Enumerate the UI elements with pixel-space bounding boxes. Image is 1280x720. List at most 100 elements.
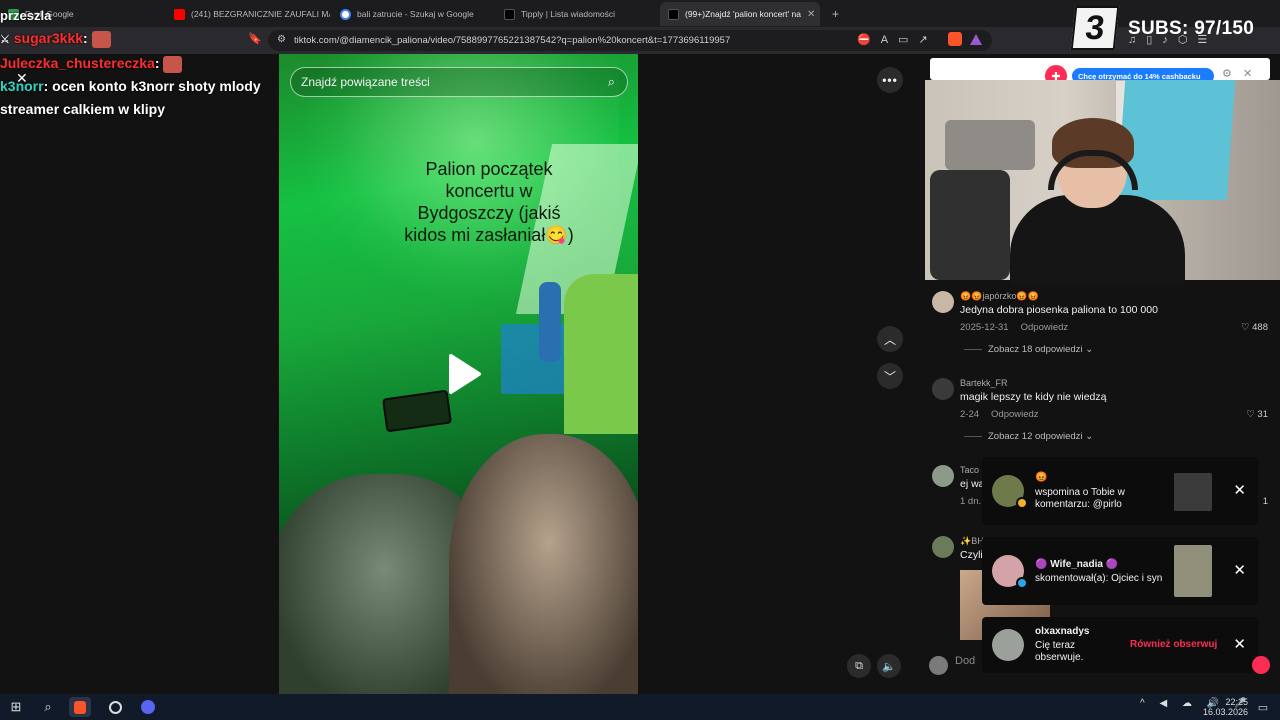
search-icon[interactable]: ⌕ — [608, 74, 615, 90]
more-options-button[interactable]: ••• — [877, 67, 903, 93]
new-tab-button[interactable]: + — [824, 2, 844, 26]
close-icon[interactable]: ✕ — [1233, 561, 1246, 579]
chat-username: Juleczka_chustereczka — [0, 55, 155, 71]
next-video-button[interactable]: ﹀ — [877, 363, 903, 389]
settings-icon[interactable]: ⚙ — [1222, 67, 1232, 80]
translate-icon[interactable]: A — [881, 34, 898, 46]
chevron-down-icon: ﹀ — [883, 369, 896, 384]
crowd — [564, 274, 638, 434]
comment-item: 😡😡japórzko😡😡 Jedyna dobra piosenka palio… — [932, 291, 1272, 361]
avatar[interactable] — [932, 291, 954, 313]
search-icon[interactable]: ⌕ — [37, 697, 59, 717]
comment-input[interactable]: Dod — [955, 655, 975, 667]
brave-rewards-icon[interactable] — [970, 34, 982, 45]
avatar[interactable] — [932, 378, 954, 400]
discord-icon[interactable] — [137, 697, 159, 717]
notification-text: obserwuje. — [1035, 652, 1084, 663]
follow-back-button[interactable]: Również obserwuj — [1130, 639, 1217, 650]
play-icon[interactable] — [441, 352, 485, 396]
notification-title: 🟣 Wife_nadia 🟣 — [1035, 559, 1119, 570]
address-bar-actions: ⛔A▭↗ — [857, 33, 938, 46]
chevron-down-icon: ⌄ — [1085, 344, 1094, 355]
notification-text: komentarzu: @pirlo — [1035, 499, 1122, 510]
comment-meta: 2025-12-31 Odpowiedz — [960, 322, 1080, 333]
obs-icon[interactable] — [104, 697, 126, 717]
comment-author[interactable]: ✨BH — [960, 536, 984, 547]
stream-chat-overlay: przeszla ⚔ sugar3kkk: Juleczka_chusterec… — [0, 4, 270, 121]
notification-text: Cię teraz — [1035, 640, 1076, 651]
notification-mention[interactable]: 😡 wspomina o Tobie w komentarzu: @pirlo … — [982, 457, 1258, 525]
chevron-down-icon: ⌄ — [1085, 431, 1094, 442]
webcam-chair — [930, 170, 1010, 280]
chevron-up-icon: ︿ — [883, 332, 896, 347]
avatar[interactable] — [932, 536, 954, 558]
reply-button[interactable]: Odpowiedz — [991, 409, 1039, 420]
volume-button[interactable]: 🔈 — [877, 654, 901, 678]
url-text: tiktok.com/@diamencik_paliona/video/7588… — [294, 35, 731, 46]
screenshot-icon[interactable]: ▭ — [898, 34, 918, 46]
chat-username: sugar3kkk — [13, 30, 84, 46]
tab-google-search[interactable]: bali zatrucie - Szukaj w Google — [332, 2, 494, 26]
view-replies-label: Zobacz 18 odpowiedzi — [988, 344, 1083, 355]
comment-item: Bartekk_FR magik lepszy te kidy nie wied… — [932, 378, 1272, 448]
notification-comment[interactable]: 🟣 Wife_nadia 🟣 skomentował(a): Ojciec i … — [982, 537, 1258, 605]
notification-title: 😡 — [1035, 472, 1048, 483]
related-search-input[interactable]: Znajdź powiązane treści ⌕ — [290, 67, 628, 97]
chat-colon: : — [83, 30, 92, 46]
video-thumbnail — [1174, 473, 1212, 511]
comment-date: 2025-12-31 — [960, 322, 1009, 333]
avatar[interactable] — [932, 465, 954, 487]
tab-label: Tipply | Lista wiadomości — [521, 9, 616, 19]
chat-message: Juleczka_chustereczka: — [0, 52, 270, 75]
subs-counter: SUBS: 97/150 — [1128, 18, 1255, 39]
close-tab-icon[interactable]: ✕ — [807, 9, 815, 20]
share-icon[interactable]: ↗ — [918, 34, 937, 46]
close-icon[interactable]: ✕ — [1233, 481, 1246, 499]
close-icon[interactable]: ✕ — [1243, 67, 1252, 80]
notification-text: wspomina o Tobie w — [1035, 487, 1125, 498]
clock-date: 16.03.2026 — [1202, 707, 1248, 717]
webcam-background — [945, 120, 1035, 170]
crowd — [449, 434, 638, 694]
like-button[interactable]: ♡ 488 — [1241, 322, 1268, 333]
view-replies-button[interactable]: Zobacz 12 odpowiedzi ⌄ — [964, 431, 1093, 442]
brave-browser-icon[interactable] — [69, 697, 91, 717]
search-placeholder: Znajdź powiązane treści — [301, 75, 430, 89]
notification-text: skomentował(a): Ojciec i syn — [1035, 573, 1163, 584]
notification-title: olxaxnadys — [1035, 626, 1090, 637]
heart-icon: ♡ — [1246, 409, 1258, 420]
emote-icon — [163, 55, 183, 73]
close-icon[interactable]: ✕ — [16, 70, 28, 87]
like-button[interactable]: ♡ 31 — [1246, 409, 1268, 420]
comment-date: 2-24 — [960, 409, 980, 420]
like-count: 1 — [1262, 496, 1268, 507]
tipply-icon — [504, 8, 515, 20]
view-replies-button[interactable]: Zobacz 18 odpowiedzi ⌄ — [964, 344, 1093, 355]
tab-tiktok[interactable]: (99+)Znajdź 'palion koncert' na ✕ — [660, 2, 820, 26]
brave-shields-icon[interactable] — [948, 32, 962, 46]
streamer — [1010, 195, 1185, 285]
site-info-icon[interactable]: ⚙ — [277, 35, 286, 45]
avatar — [929, 656, 948, 675]
windows-taskbar: ⊞ ⌕ ^ ◀ ☁ 🔊 🎤 22:25 16.03.2026 ▭ — [0, 694, 1280, 720]
reply-button[interactable]: Odpowiedz — [1021, 322, 1069, 333]
comment-author[interactable]: 😡😡japórzko😡😡 — [960, 291, 1039, 302]
previous-video-button[interactable]: ︿ — [877, 326, 903, 352]
picture-in-picture-button[interactable]: ⧉ — [847, 654, 871, 678]
mute-site-icon[interactable]: ⛔ — [857, 34, 881, 46]
notification-center-icon[interactable]: ▭ — [1252, 697, 1274, 717]
view-replies-label: Zobacz 12 odpowiedzi — [988, 431, 1083, 442]
windows-start-icon[interactable]: ⊞ — [5, 697, 27, 717]
send-button[interactable] — [1252, 656, 1270, 674]
clock[interactable]: 22:25 16.03.2026 — [1203, 697, 1248, 717]
comment-author[interactable]: Taco — [960, 465, 979, 475]
like-count: 488 — [1252, 322, 1268, 333]
pip-icon: ⧉ — [855, 659, 863, 672]
comment-author[interactable]: Bartekk_FR — [960, 378, 1008, 388]
comment-text: magik lepszy te kidy nie wiedzą — [960, 391, 1107, 403]
notification-follow[interactable]: olxaxnadys Cię teraz obserwuje. Również … — [982, 617, 1258, 673]
close-icon[interactable]: ✕ — [1233, 635, 1246, 653]
chat-header: przeszla — [0, 8, 52, 23]
tab-tipply[interactable]: Tipply | Lista wiadomości — [496, 2, 658, 26]
chat-colon: : — [43, 78, 53, 94]
